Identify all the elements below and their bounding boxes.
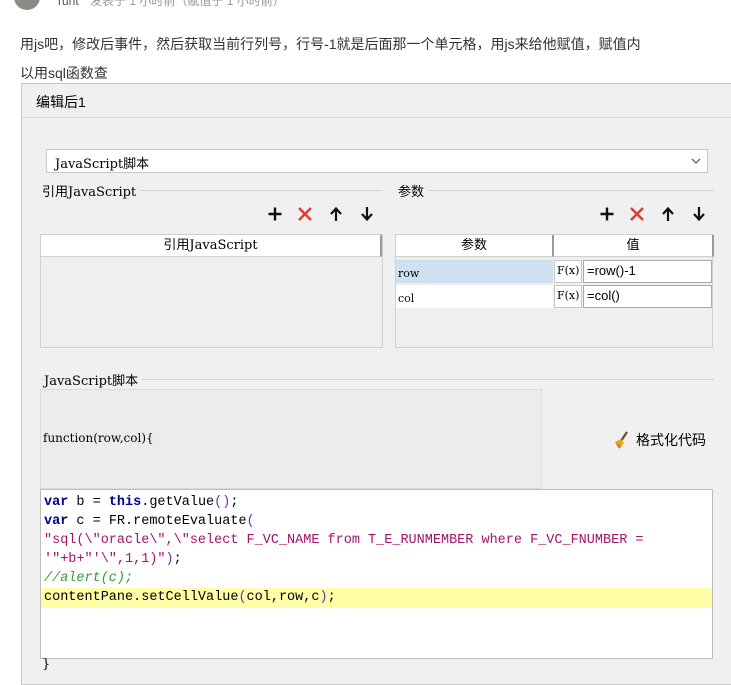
avatar[interactable]	[14, 0, 40, 10]
post-text-line-1: 用js吧，修改后事件，然后获取当前行列号，行号-1就是后面那一个单元格，用js来…	[20, 36, 641, 52]
table-row[interactable]: row	[396, 260, 553, 283]
ref-js-group-label: 引用JavaScript	[42, 181, 141, 200]
post-body: 用js吧，修改后事件，然后获取当前行列号，行号-1就是后面那一个单元格，用js来…	[20, 30, 731, 88]
script-group-label: JavaScript脚本	[44, 370, 143, 389]
param-value-field[interactable]: =col()	[583, 285, 712, 308]
format-code-button[interactable]: 格式化代码	[611, 429, 706, 451]
code-line-4: '"+b+"'\",1,1)");	[44, 552, 182, 567]
param-group-border	[398, 190, 714, 191]
code-line-1: var b = this.getValue();	[44, 495, 239, 510]
function-signature-area: function(row,col){	[40, 389, 542, 489]
ref-js-column-header[interactable]: 引用JavaScript	[41, 235, 382, 257]
author-name[interactable]: runt	[58, 0, 79, 8]
chevron-down-icon[interactable]	[685, 150, 707, 172]
param-group-label: 参数	[398, 181, 429, 200]
script-type-select[interactable]: JavaScript脚本	[46, 149, 708, 173]
table-row[interactable]: col	[396, 285, 553, 308]
script-type-value: JavaScript脚本	[55, 157, 150, 172]
code-line-5: //alert(c);	[44, 571, 134, 586]
param-name-header[interactable]: 参数	[396, 235, 554, 257]
fx-icon[interactable]: F(x)	[554, 285, 582, 308]
arrow-down-icon[interactable]	[356, 203, 378, 225]
format-code-label: 格式化代码	[636, 432, 706, 448]
param-value-field[interactable]: =row()-1	[583, 260, 712, 283]
param-value: =col()	[587, 288, 620, 303]
param-value: =row()-1	[587, 263, 636, 278]
post-meta: 发表于 1 小时前（赋值于 1 小时前）	[90, 0, 285, 8]
arrow-up-icon[interactable]	[325, 203, 347, 225]
code-line-3: "sql(\"oracle\",\"select F_VC_NAME from …	[44, 533, 652, 548]
title-divider	[22, 117, 731, 118]
delete-icon[interactable]	[294, 203, 316, 225]
closing-brace: }	[42, 657, 51, 672]
add-icon[interactable]	[264, 203, 286, 225]
add-icon[interactable]	[596, 203, 618, 225]
param-value-header[interactable]: 值	[554, 235, 714, 257]
code-editor[interactable]: var b = this.getValue(); var c = FR.remo…	[40, 489, 713, 659]
script-group-border	[42, 379, 714, 380]
dialog-title: 编辑后1	[36, 94, 86, 110]
function-signature: function(row,col){	[43, 431, 154, 445]
delete-icon[interactable]	[626, 203, 648, 225]
arrow-down-icon[interactable]	[688, 203, 710, 225]
broom-icon	[611, 430, 633, 450]
forum-post-header: runt 发表于 1 小时前（赋值于 1 小时前）	[0, 0, 731, 22]
code-line-2: var c = FR.remoteEvaluate(	[44, 514, 255, 529]
edit-event-dialog: 编辑后1 JavaScript脚本 引用JavaScript 引用JavaScr…	[21, 83, 731, 685]
arrow-up-icon[interactable]	[657, 203, 679, 225]
param-name: row	[398, 267, 420, 280]
fx-icon[interactable]: F(x)	[554, 260, 582, 283]
code-line-6: contentPane.setCellValue(col,row,c);	[44, 590, 336, 605]
ref-js-table[interactable]: 引用JavaScript	[40, 234, 383, 348]
param-table[interactable]: 参数 值 row F(x) =row()-1 col F(x) =col()	[395, 234, 714, 348]
param-name: col	[398, 292, 415, 305]
